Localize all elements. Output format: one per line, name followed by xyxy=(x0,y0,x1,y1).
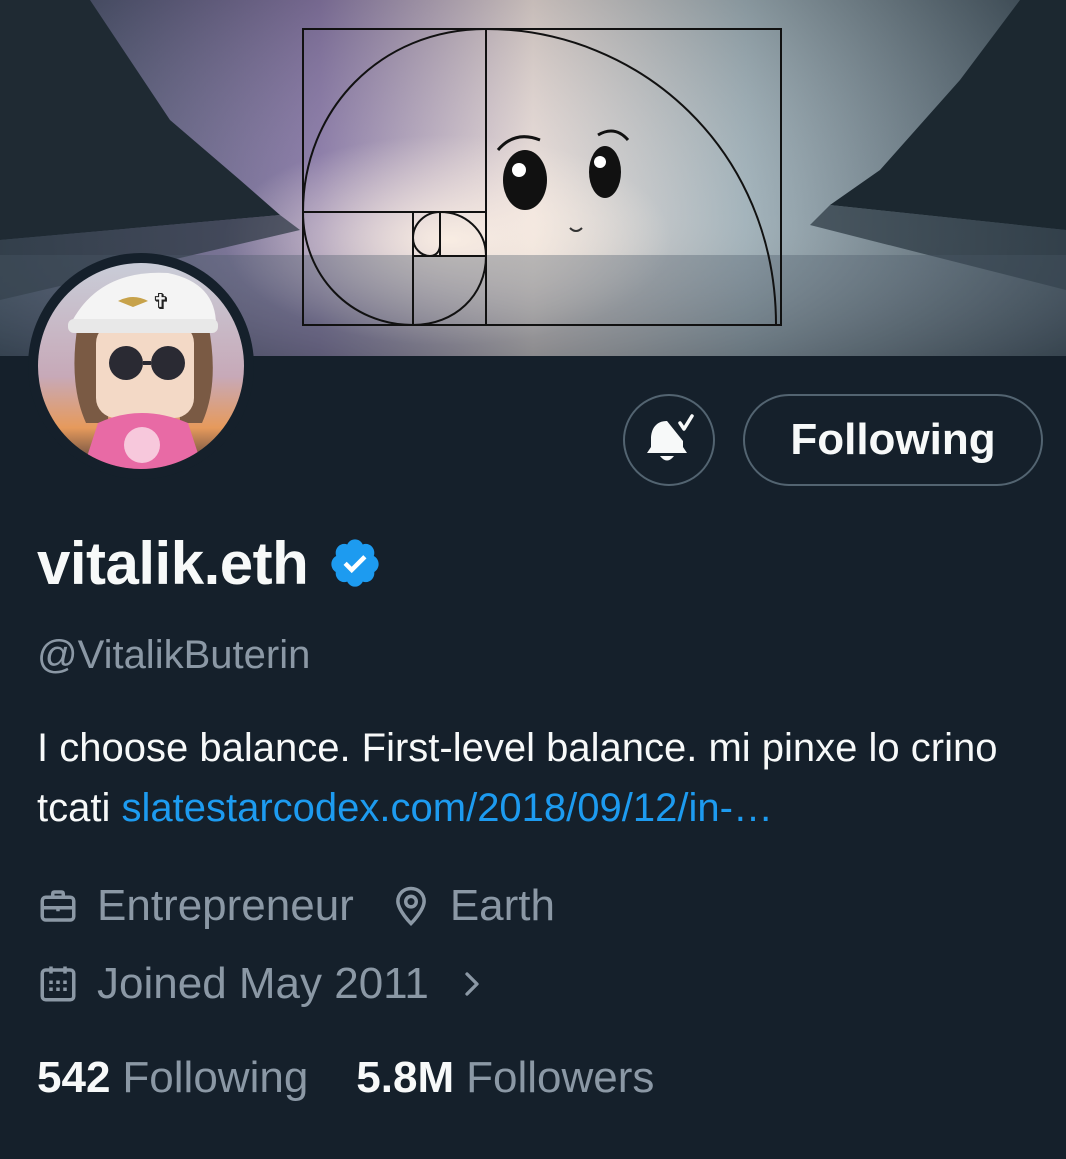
chevron-right-icon xyxy=(465,972,479,996)
name-row: vitalik.eth xyxy=(37,528,382,598)
briefcase-icon xyxy=(40,890,76,922)
calendar-icon xyxy=(40,966,76,1002)
location-item: Earth xyxy=(390,881,555,931)
occupation-text: Entrepreneur xyxy=(97,881,354,930)
map-pin-icon xyxy=(395,886,426,926)
avatar[interactable]: ✞ xyxy=(38,263,244,469)
joined-text: Joined May 2011 xyxy=(97,959,429,1008)
followers-count-link[interactable]: 5.8M Followers xyxy=(356,1053,654,1103)
notifications-button[interactable] xyxy=(623,394,715,486)
joined-item: Joined May 2011 xyxy=(37,959,429,1009)
following-button[interactable]: Following xyxy=(743,394,1043,486)
handle: @VitalikButerin xyxy=(37,633,311,677)
profile-meta-row: Entrepreneur Earth xyxy=(37,878,555,934)
occupation-item: Entrepreneur xyxy=(37,881,354,931)
bio: I choose balance. First-level balance. m… xyxy=(37,718,1047,838)
display-name: vitalik.eth xyxy=(37,529,309,597)
svg-text:✞: ✞ xyxy=(152,290,170,315)
followers-label: Followers xyxy=(466,1053,655,1102)
joined-row[interactable]: Joined May 2011 xyxy=(37,956,487,1012)
following-count: 542 xyxy=(37,1053,111,1102)
verified-badge-icon[interactable] xyxy=(328,536,382,590)
following-button-label: Following xyxy=(790,415,996,464)
bell-check-icon xyxy=(647,414,694,461)
following-label: Following xyxy=(122,1053,309,1102)
followers-count: 5.8M xyxy=(356,1053,455,1102)
avatar-frame: ✞ xyxy=(28,253,254,479)
location-text: Earth xyxy=(449,881,555,930)
follow-counts: 542 Following 5.8M Followers xyxy=(37,1048,654,1108)
bio-link[interactable]: slatestarcodex.com/2018/09/12/in-… xyxy=(121,786,772,830)
following-count-link[interactable]: 542 Following xyxy=(37,1053,308,1103)
